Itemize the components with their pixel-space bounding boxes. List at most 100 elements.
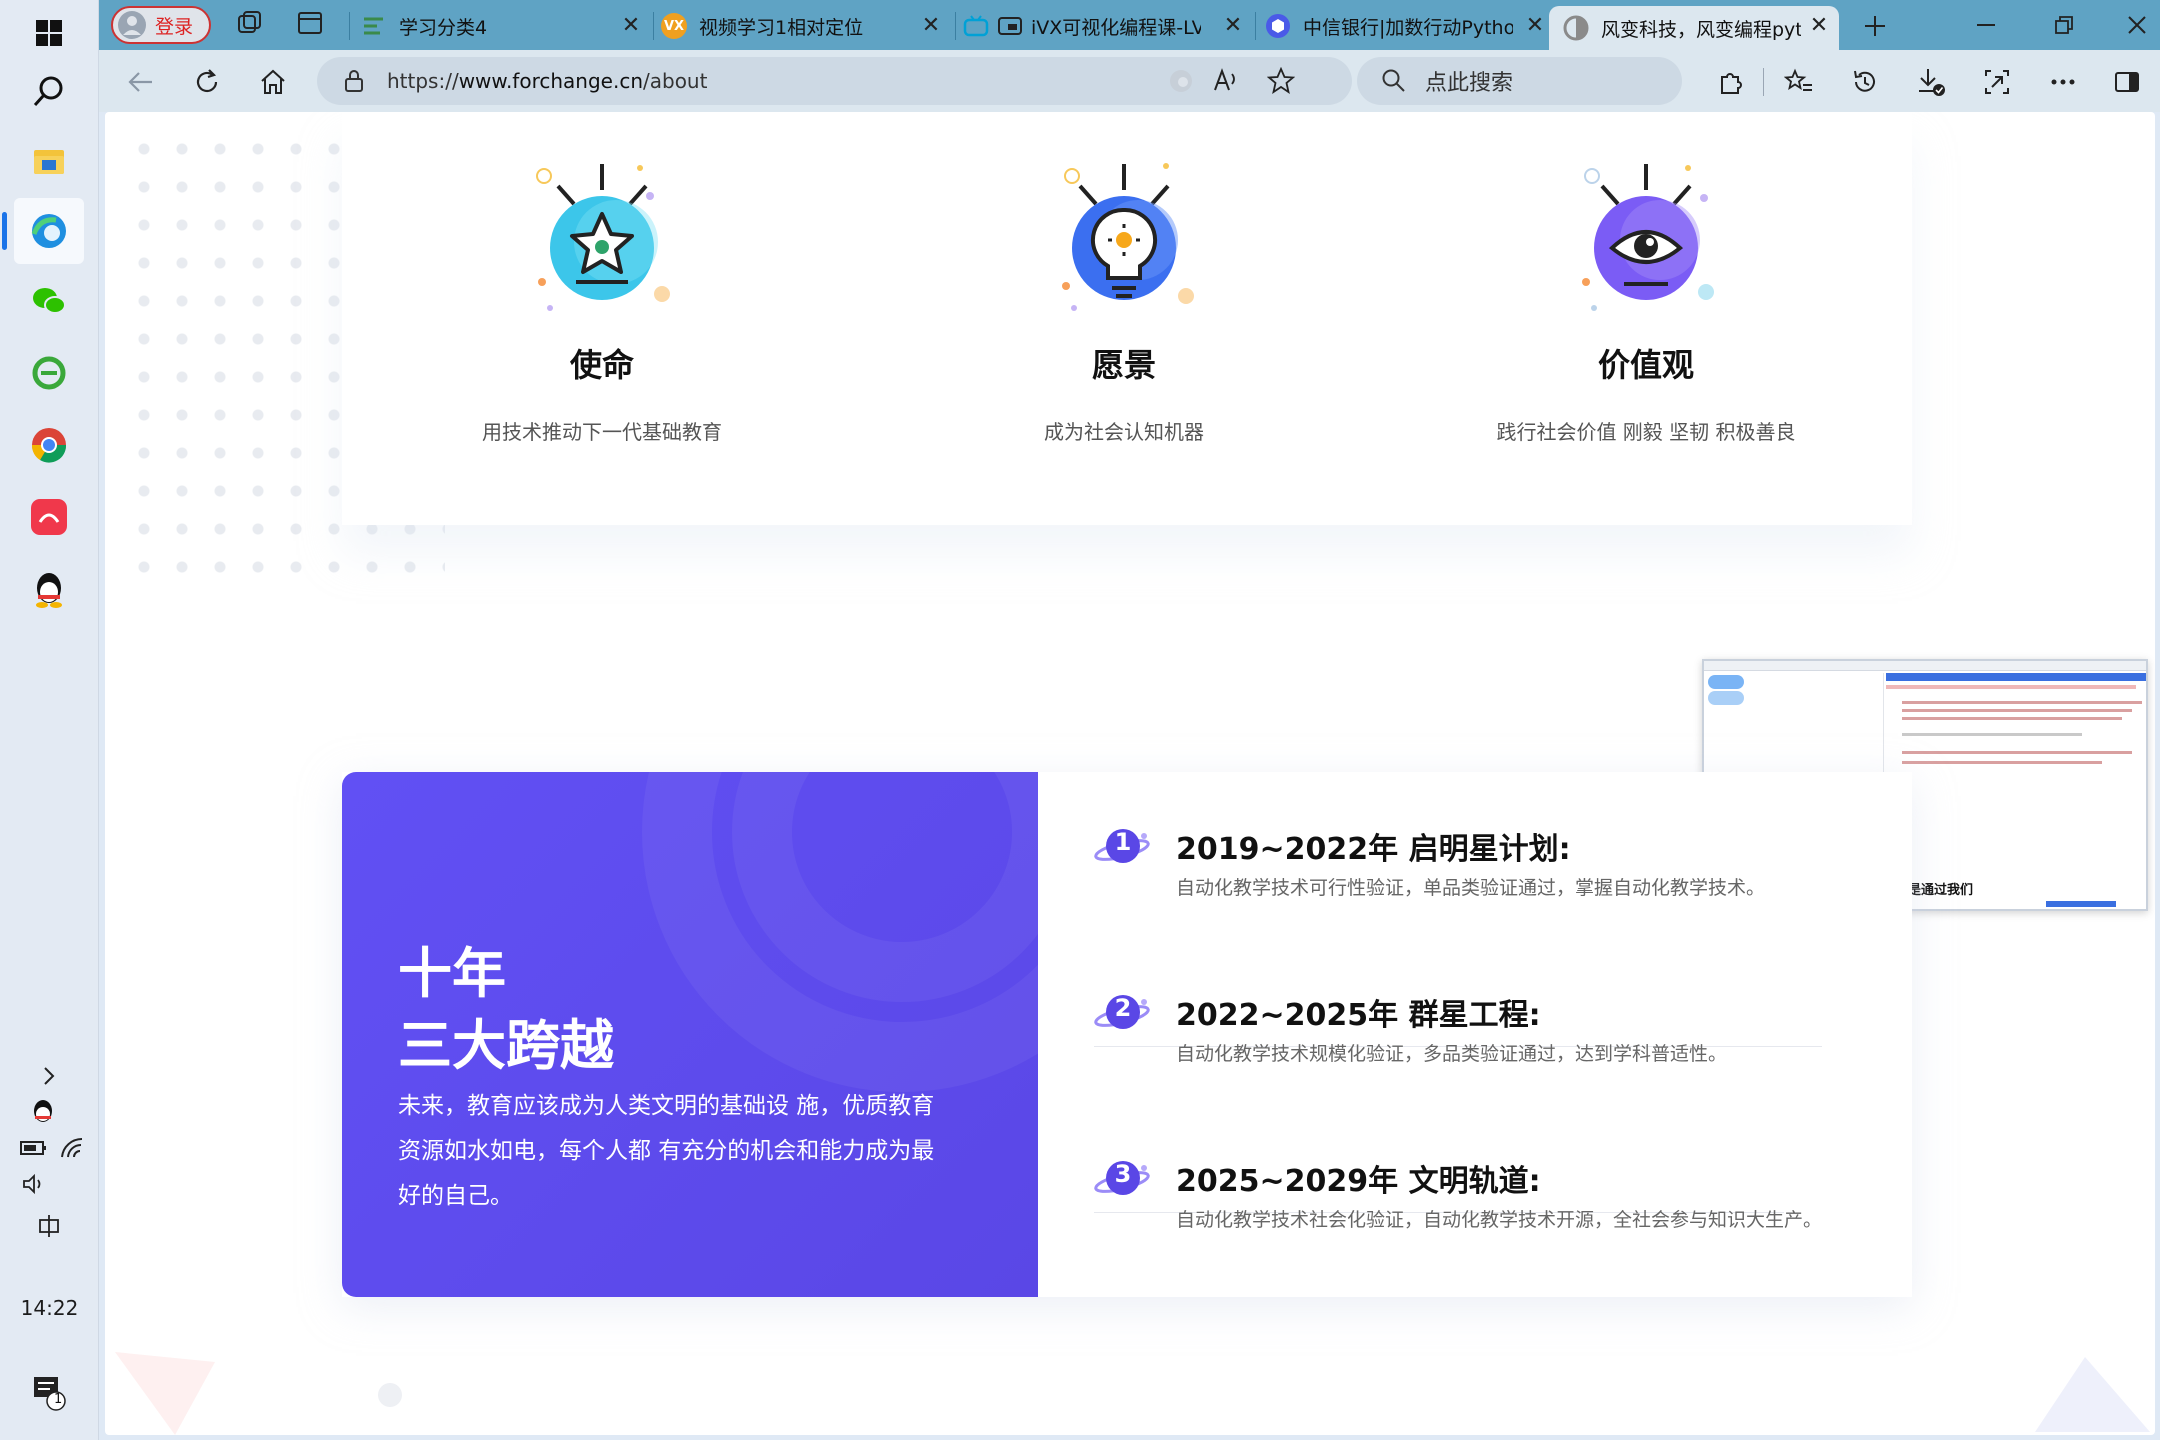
restore-icon: [2055, 16, 2073, 34]
feature-values: 价值观 践行社会价值 刚毅 坚韧 积极善良: [1386, 162, 1906, 445]
tab-video-study[interactable]: VX 视频学习1相对定位 ✕: [661, 6, 951, 46]
milestone-title: 2025~2029年 文明轨道:: [1176, 1164, 1541, 1199]
feature-desc: 践行社会价值 刚毅 坚韧 积极善良: [1496, 420, 1796, 444]
volume-tray[interactable]: [14, 1164, 54, 1204]
back-button[interactable]: [121, 62, 161, 102]
feature-vision: 愿景 成为社会认知机器: [864, 162, 1384, 445]
tab-title: iVX可视化编程课-LV1: [1031, 16, 1201, 39]
home-icon: [261, 69, 285, 94]
refresh-button[interactable]: [187, 62, 227, 102]
battery-tray[interactable]: [14, 1128, 54, 1168]
wifi-tray[interactable]: [52, 1128, 92, 1168]
wechat-button[interactable]: [14, 268, 84, 334]
new-tab-button[interactable]: [1855, 6, 1895, 46]
extensions-button[interactable]: [1711, 62, 1751, 102]
tab-close-icon[interactable]: ✕: [1221, 14, 1245, 38]
browser-tab-bar: 登录 学习分类4 ✕ VX 视频学习1相对定位 ✕ iVX可视化编程课-LV1 …: [99, 0, 2160, 50]
list-favicon-icon: [364, 17, 383, 35]
search-icon: [33, 76, 63, 107]
panel-title-line1: 十年: [398, 942, 506, 1005]
search-button[interactable]: [14, 58, 84, 124]
home-button[interactable]: [253, 62, 293, 102]
file-explorer-button[interactable]: [14, 128, 84, 194]
milestone-number: 2: [1114, 994, 1132, 1022]
milestone-desc: 自动化教学技术规模化验证，多品类验证通过，达到学科普适性。: [1176, 1043, 1728, 1065]
plus-icon: [1865, 16, 1885, 36]
panel-text: 未来，教育应该成为人类文明的基础设 施，优质教育资源如水如电，每个人都 有充分的…: [398, 1093, 935, 1209]
taskbar: 14:22 1: [0, 0, 99, 1440]
show-hidden-icons-button[interactable]: [24, 1056, 74, 1096]
tab-citic-bank[interactable]: 中信银行|加数行动Python ✕: [1265, 6, 1555, 46]
milestone-desc: 自动化教学技术可行性验证，单品类验证通过，掌握自动化教学技术。: [1176, 877, 1766, 899]
profile-button[interactable]: 登录: [111, 6, 211, 44]
search-input[interactable]: 点此搜索: [1357, 57, 1682, 105]
taskbar-clock[interactable]: 14:22: [0, 1296, 99, 1320]
tab-close-icon[interactable]: ✕: [919, 14, 943, 38]
restore-button[interactable]: [2044, 10, 2084, 40]
input-method-tray[interactable]: [24, 1206, 74, 1246]
sidebar-toggle-button[interactable]: [2107, 62, 2147, 102]
screenshot-button[interactable]: [1977, 62, 2017, 102]
workspaces-button[interactable]: [235, 10, 267, 42]
edge-icon: [31, 214, 66, 248]
tab-close-icon[interactable]: ✕: [1523, 14, 1547, 38]
tab-ivx-course[interactable]: iVX可视化编程课-LV1 ✕: [963, 6, 1253, 46]
chrome-icon: [31, 428, 67, 463]
windows-start-button[interactable]: [14, 0, 84, 66]
tab-actions-icon: [298, 12, 322, 34]
tab-study-category[interactable]: 学习分类4 ✕: [361, 6, 651, 46]
search-placeholder: 点此搜索: [1425, 71, 1514, 96]
wifi-icon: [61, 1137, 83, 1158]
downloads-button[interactable]: [1911, 62, 1951, 102]
feature-title: 使命: [569, 346, 634, 384]
edge-sync-icon: [1170, 70, 1192, 92]
ime-icon: [39, 1215, 59, 1237]
favorite-star-icon[interactable]: [1267, 67, 1295, 95]
tab-close-icon[interactable]: ✕: [1807, 14, 1831, 38]
windows-logo-icon: [36, 20, 62, 46]
triangle-decoration-left: [115, 1352, 215, 1435]
bilibili-favicon-icon: [963, 15, 989, 37]
eye-icon: [1582, 164, 1714, 311]
tray-qq[interactable]: [18, 1092, 68, 1132]
qq-button[interactable]: [14, 556, 84, 622]
chevron-right-icon: [44, 1067, 55, 1085]
minimize-button[interactable]: [1966, 10, 2006, 40]
tab-forchange[interactable]: 风变科技，风变编程pytho ✕: [1549, 6, 1839, 50]
favorites-button[interactable]: [1779, 62, 1819, 102]
profile-label: 登录: [155, 15, 194, 38]
ie-icon: [32, 356, 66, 390]
address-bar[interactable]: https://www.forchange.cn/about: [317, 57, 1352, 105]
red-app-button[interactable]: [14, 484, 84, 550]
tab-title: 视频学习1相对定位: [699, 16, 864, 39]
feature-title: 价值观: [1597, 346, 1694, 384]
page-viewport: 使命 用技术推动下一代基础教育 愿景 成为社会认知机器 价值观 践行社会价值 刚…: [105, 112, 2155, 1435]
qq-tray-icon: [34, 1100, 52, 1122]
arrow-left-icon: [128, 72, 152, 92]
download-icon: [1919, 69, 1945, 96]
decade-panel: 十年 三大跨越 未来，教育应该成为人类文明的基础设 施，优质教育资源如水如电，每…: [342, 772, 1038, 1297]
vx-favicon-icon: VX: [661, 13, 687, 39]
menu-button[interactable]: [2043, 62, 2083, 102]
volume-icon: [23, 1173, 41, 1195]
milestone-desc: 自动化教学技术社会化验证，自动化教学技术开源，全社会参与知识大生产。: [1176, 1209, 1823, 1231]
close-window-button[interactable]: [2117, 10, 2157, 40]
qq-icon: [36, 573, 62, 608]
milestone-title: 2022~2025年 群星工程:: [1176, 998, 1541, 1033]
chrome-button[interactable]: [14, 412, 84, 478]
read-aloud-icon[interactable]: [1213, 68, 1241, 94]
tab-close-icon[interactable]: ✕: [619, 14, 643, 38]
history-icon: [1854, 70, 1875, 92]
url-host: www.forchange.cn: [458, 69, 643, 93]
browser-toolbar: https://www.forchange.cn/about 点此搜索: [99, 50, 2160, 112]
notification-center-button[interactable]: 1: [24, 1372, 74, 1412]
close-icon: [2128, 16, 2146, 34]
tab-actions-button[interactable]: [297, 10, 329, 42]
star-bulb-icon: [536, 164, 670, 311]
tab-title: 学习分类4: [399, 16, 488, 39]
minimize-icon: [1977, 24, 1995, 26]
edge-button[interactable]: [2, 198, 84, 264]
history-button[interactable]: [1845, 62, 1885, 102]
ie-button[interactable]: [14, 340, 84, 406]
folder-icon: [34, 150, 64, 174]
